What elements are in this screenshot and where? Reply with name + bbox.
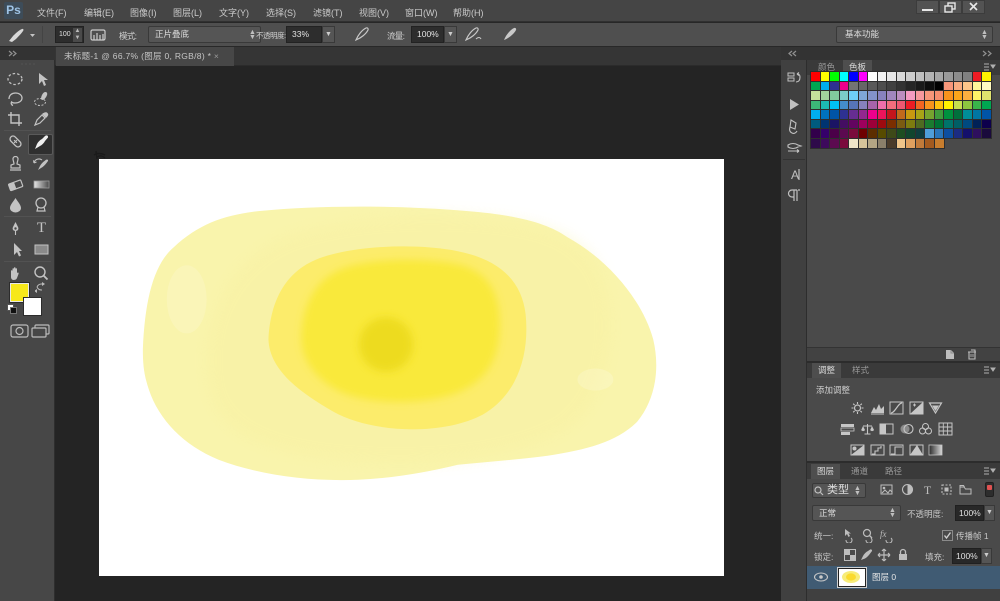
svg-text:T: T (37, 220, 46, 236)
svg-text:T: T (924, 483, 932, 496)
svg-text:A: A (791, 168, 799, 182)
svg-text:fx: fx (880, 529, 887, 539)
